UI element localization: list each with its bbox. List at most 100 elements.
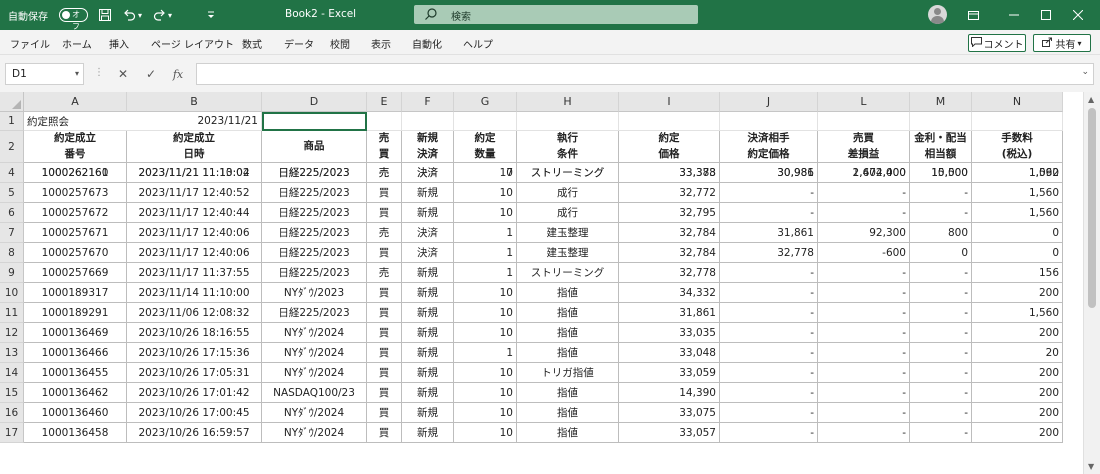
cell-n14[interactable]: 200: [972, 363, 1063, 383]
cell-i7[interactable]: 32,784: [619, 223, 720, 243]
cell-b17[interactable]: 2023/10/26 16:59:57: [127, 423, 262, 443]
cell-b12[interactable]: 2023/10/26 18:16:55: [127, 323, 262, 343]
cell-a11[interactable]: 1000189291: [24, 303, 127, 323]
cell-f11[interactable]: 新規: [402, 303, 454, 323]
cell-j17[interactable]: -: [720, 423, 818, 443]
row-header-16[interactable]: 16: [0, 403, 24, 423]
cell-g4[interactable]: 7: [454, 163, 517, 183]
cell-d17[interactable]: NYﾀﾞｳ/2024: [262, 423, 367, 443]
cell-a13[interactable]: 1000136466: [24, 343, 127, 363]
cell-h17[interactable]: 指値: [517, 423, 619, 443]
cell-g6[interactable]: 10: [454, 203, 517, 223]
table-header-g[interactable]: 約定 数量: [454, 131, 517, 163]
row-header-8[interactable]: 8: [0, 243, 24, 263]
menu-review[interactable]: 校閲: [330, 36, 350, 51]
column-header-n[interactable]: N: [972, 92, 1063, 112]
cell-j15[interactable]: -: [720, 383, 818, 403]
cell-j13[interactable]: -: [720, 343, 818, 363]
column-header-f[interactable]: F: [402, 92, 454, 112]
scrollbar-thumb[interactable]: [1088, 108, 1096, 308]
cell-e10[interactable]: 買: [367, 283, 402, 303]
cell-a7[interactable]: 1000257671: [24, 223, 127, 243]
cell-i13[interactable]: 33,048: [619, 343, 720, 363]
cell-i8[interactable]: 32,784: [619, 243, 720, 263]
cell-l16[interactable]: -: [818, 403, 910, 423]
table-header-f[interactable]: 新規 決済: [402, 131, 454, 163]
cell-g17[interactable]: 10: [454, 423, 517, 443]
cell-a12[interactable]: 1000136469: [24, 323, 127, 343]
cell-g8[interactable]: 1: [454, 243, 517, 263]
cell-j6[interactable]: -: [720, 203, 818, 223]
table-header-d[interactable]: 商品: [262, 131, 367, 163]
cell-b1-date[interactable]: 2023/11/21: [127, 112, 262, 131]
cell-j14[interactable]: -: [720, 363, 818, 383]
avatar-icon[interactable]: [928, 5, 947, 24]
column-header-a[interactable]: A: [24, 92, 127, 112]
cell-l6[interactable]: -: [818, 203, 910, 223]
cell-l15[interactable]: -: [818, 383, 910, 403]
cell-i11[interactable]: 31,861: [619, 303, 720, 323]
cell-f16[interactable]: 新規: [402, 403, 454, 423]
menu-view[interactable]: 表示: [371, 36, 391, 51]
menu-insert[interactable]: 挿入: [109, 36, 129, 51]
cell-g14[interactable]: 10: [454, 363, 517, 383]
cell-l14[interactable]: -: [818, 363, 910, 383]
column-header-l[interactable]: L: [818, 92, 910, 112]
cell-e7[interactable]: 売: [367, 223, 402, 243]
table-header-l[interactable]: 売買 差損益: [818, 131, 910, 163]
cell-i14[interactable]: 33,059: [619, 363, 720, 383]
cell-f5[interactable]: 新規: [402, 183, 454, 203]
cell-g11[interactable]: 10: [454, 303, 517, 323]
cell-e11[interactable]: 買: [367, 303, 402, 323]
cell-e12[interactable]: 買: [367, 323, 402, 343]
row-header-5[interactable]: 5: [0, 183, 24, 203]
save-icon[interactable]: [96, 6, 114, 24]
cell-h1[interactable]: [517, 112, 619, 131]
cell-b14[interactable]: 2023/10/26 17:05:31: [127, 363, 262, 383]
row-header-12[interactable]: 12: [0, 323, 24, 343]
cell-b9[interactable]: 2023/11/17 11:37:55: [127, 263, 262, 283]
cell-n13[interactable]: 20: [972, 343, 1063, 363]
cell-m4[interactable]: 10,500: [910, 163, 972, 183]
row-header-4[interactable]: 4: [0, 163, 24, 183]
cell-g5[interactable]: 10: [454, 183, 517, 203]
cell-g7[interactable]: 1: [454, 223, 517, 243]
row-header-6[interactable]: 6: [0, 203, 24, 223]
cell-a10[interactable]: 1000189317: [24, 283, 127, 303]
cell-j1[interactable]: [720, 112, 818, 131]
row-header-15[interactable]: 15: [0, 383, 24, 403]
cell-m17[interactable]: -: [910, 423, 972, 443]
cell-l7[interactable]: 92,300: [818, 223, 910, 243]
comment-button[interactable]: コメント: [968, 34, 1026, 52]
cell-f15[interactable]: 新規: [402, 383, 454, 403]
row-header-11[interactable]: 11: [0, 303, 24, 323]
row-header-13[interactable]: 13: [0, 343, 24, 363]
cell-i10[interactable]: 34,332: [619, 283, 720, 303]
vertical-scrollbar[interactable]: ▲ ▼: [1083, 92, 1100, 474]
cell-b8[interactable]: 2023/11/17 12:40:06: [127, 243, 262, 263]
cell-m1[interactable]: [910, 112, 972, 131]
cell-l11[interactable]: -: [818, 303, 910, 323]
cell-m11[interactable]: -: [910, 303, 972, 323]
cell-d8[interactable]: 日経225/2023: [262, 243, 367, 263]
cell-b10[interactable]: 2023/11/14 11:10:00: [127, 283, 262, 303]
cell-e16[interactable]: 買: [367, 403, 402, 423]
cell-g13[interactable]: 1: [454, 343, 517, 363]
cell-h5[interactable]: 成行: [517, 183, 619, 203]
search-box[interactable]: 検索: [414, 5, 698, 24]
cell-g9[interactable]: 1: [454, 263, 517, 283]
column-header-h[interactable]: H: [517, 92, 619, 112]
menu-help[interactable]: ヘルプ: [463, 36, 493, 51]
column-header-g[interactable]: G: [454, 92, 517, 112]
select-all-corner[interactable]: [0, 92, 24, 112]
cell-l8[interactable]: -600: [818, 243, 910, 263]
cell-m5[interactable]: -: [910, 183, 972, 203]
cell-b13[interactable]: 2023/10/26 17:15:36: [127, 343, 262, 363]
row-header-17[interactable]: 17: [0, 423, 24, 443]
cell-i12[interactable]: 33,035: [619, 323, 720, 343]
cell-d4[interactable]: 日経225/2023: [262, 163, 367, 183]
cell-a14[interactable]: 1000136455: [24, 363, 127, 383]
cell-f1[interactable]: [402, 112, 454, 131]
cell-e13[interactable]: 買: [367, 343, 402, 363]
spreadsheet-grid[interactable]: ▲ ▼ ABDEFGHIJLMN123456789101112131415161…: [0, 92, 1100, 474]
